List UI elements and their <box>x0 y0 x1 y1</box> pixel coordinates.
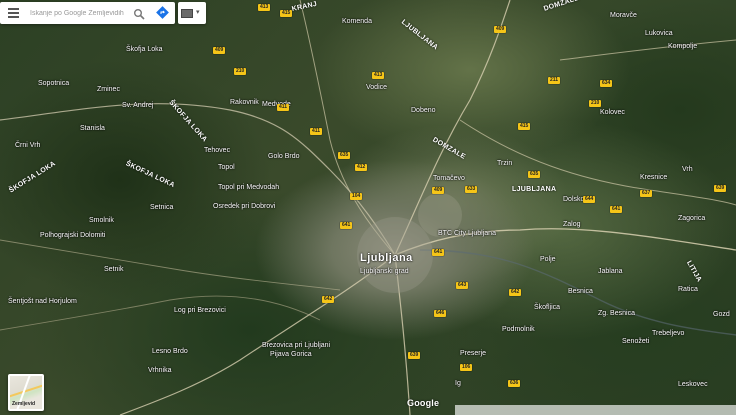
label-zminec[interactable]: Zminec <box>97 86 120 93</box>
directions-icon[interactable] <box>156 6 169 19</box>
search-icon[interactable] <box>133 7 145 20</box>
label-kolovec[interactable]: Kolovec <box>600 109 625 116</box>
label-brezovica[interactable]: Brezovica pri Ljubljani <box>262 342 330 349</box>
label-leskovec[interactable]: Leskovec <box>678 381 708 388</box>
label-zalog[interactable]: Zalog <box>563 221 581 228</box>
road-shield: 639 <box>408 352 421 359</box>
label-preserje[interactable]: Preserje <box>460 350 486 357</box>
road-shield: 634 <box>600 80 613 87</box>
label-ljubljana[interactable]: Ljubljana <box>360 253 413 264</box>
road-shield: 412 <box>355 164 368 171</box>
map-type-switcher[interactable]: Zemljevid <box>8 374 44 411</box>
road-shield: 106 <box>460 364 473 371</box>
label-setnik[interactable]: Setnik <box>104 266 123 273</box>
label-podmolnik[interactable]: Podmolnik <box>502 326 535 333</box>
label-tomacevo[interactable]: Tomačevo <box>433 175 465 182</box>
road-shield: 642 <box>322 296 335 303</box>
layers-toggle-button[interactable]: ▾ <box>178 2 206 24</box>
label-golo-brdo[interactable]: Golo Brdo <box>268 153 300 160</box>
label-ljubljanski-grad[interactable]: Ljubljanski grad <box>360 268 409 275</box>
road-shield: 415 <box>518 123 531 130</box>
label-zg-besnica[interactable]: Zg. Besnica <box>598 310 635 317</box>
region-ljubljana-e: LJUBLJANA <box>512 186 557 193</box>
label-btc-city[interactable]: BTC City Ljubljana <box>438 230 496 237</box>
label-dobeno[interactable]: Dobeno <box>411 107 436 114</box>
label-polhograjski[interactable]: Polhograjski Dolomiti <box>40 232 105 239</box>
road-shield: 415 <box>280 10 293 17</box>
road-shield: 643 <box>456 282 469 289</box>
label-trzin[interactable]: Trzin <box>497 160 512 167</box>
layers-thumbnail <box>181 9 193 18</box>
label-zagorica[interactable]: Zagorica <box>678 215 705 222</box>
hamburger-menu-icon[interactable] <box>8 8 19 18</box>
label-sentjost[interactable]: Šentjošt nad Horjulom <box>8 298 77 305</box>
label-skofljica[interactable]: Škofljica <box>534 304 560 311</box>
label-gozd[interactable]: Gozd <box>713 311 730 318</box>
road-shield: 641 <box>340 222 353 229</box>
road-shield: 413 <box>372 72 385 79</box>
road-shield: 210 <box>589 100 602 107</box>
label-vrhnika[interactable]: Vrhnika <box>148 367 171 374</box>
search-input[interactable] <box>30 6 128 20</box>
label-ig[interactable]: Ig <box>455 380 461 387</box>
label-crni-vrh[interactable]: Črni Vrh <box>15 142 40 149</box>
label-topol-pri-medvodah[interactable]: Topol pri Medvodah <box>218 184 279 191</box>
road-shield: 409 <box>432 187 445 194</box>
label-trebeljevo[interactable]: Trebeljevo <box>652 330 684 337</box>
chevron-down-icon: ▾ <box>196 9 200 16</box>
road-shield: 633 <box>465 186 478 193</box>
road-shield: 639 <box>714 185 727 192</box>
satellite-map[interactable]: Ljubljana Ljubljanski grad BTC City Ljub… <box>0 0 736 415</box>
label-lukovica[interactable]: Lukovica <box>645 30 673 37</box>
road-shield: 635 <box>528 171 541 178</box>
google-logo: Google <box>407 398 440 408</box>
label-lesno-brdo[interactable]: Lesno Brdo <box>152 348 188 355</box>
label-jablana[interactable]: Jablana <box>598 268 623 275</box>
label-komenda[interactable]: Komenda <box>342 18 372 25</box>
label-setnica[interactable]: Setnica <box>150 204 173 211</box>
road-shield: 641 <box>432 249 445 256</box>
label-stanislav[interactable]: Stanisla <box>80 125 105 132</box>
label-vodice[interactable]: Vodice <box>366 84 387 91</box>
road-shield: 411 <box>310 128 323 135</box>
label-sopotnica[interactable]: Sopotnica <box>38 80 69 87</box>
road-shield: 411 <box>277 104 290 111</box>
map-roads-layer <box>0 0 736 415</box>
road-shield: 635 <box>338 152 351 159</box>
attribution-bar <box>455 405 736 415</box>
label-vrh[interactable]: Vrh <box>682 166 693 173</box>
label-polje[interactable]: Polje <box>540 256 556 263</box>
label-dolsko[interactable]: Dolsko <box>563 196 584 203</box>
label-topol[interactable]: Topol <box>218 164 235 171</box>
road-shield: 637 <box>640 190 653 197</box>
label-moravce[interactable]: Moravče <box>610 12 637 19</box>
label-sv-andrej[interactable]: Sv. Andrej <box>122 102 153 109</box>
label-senozeti[interactable]: Senožeti <box>622 338 649 345</box>
label-rakovnik[interactable]: Rakovnik <box>230 99 259 106</box>
road-shield: 409 <box>494 26 507 33</box>
label-osredek[interactable]: Osredek pri Dobrovi <box>213 203 275 210</box>
label-smolnik[interactable]: Smolnik <box>89 217 114 224</box>
road-shield: 413 <box>258 4 271 11</box>
road-shield: 636 <box>508 380 521 387</box>
road-shield: 641 <box>610 206 623 213</box>
map-type-label: Zemljevid <box>12 401 36 407</box>
road-shield: 211 <box>548 77 561 84</box>
road-shield: 646 <box>434 310 447 317</box>
road-shield: 409 <box>213 47 226 54</box>
label-pijava-gorica[interactable]: Pijava Gorica <box>270 351 312 358</box>
label-skofja-loka[interactable]: Škofja Loka <box>126 46 163 53</box>
road-shield: 642 <box>509 289 522 296</box>
road-shield: 210 <box>234 68 247 75</box>
label-kompolje[interactable]: Kompolje <box>668 43 697 50</box>
search-box <box>0 2 175 24</box>
label-kresnice[interactable]: Kresnice <box>640 174 667 181</box>
label-tehovec[interactable]: Tehovec <box>204 147 230 154</box>
label-besnica[interactable]: Besnica <box>568 288 593 295</box>
label-ratica[interactable]: Ratica <box>678 286 698 293</box>
road-shield: 644 <box>583 196 596 203</box>
road-shield: 104 <box>350 193 363 200</box>
label-log[interactable]: Log pri Brezovici <box>174 307 226 314</box>
